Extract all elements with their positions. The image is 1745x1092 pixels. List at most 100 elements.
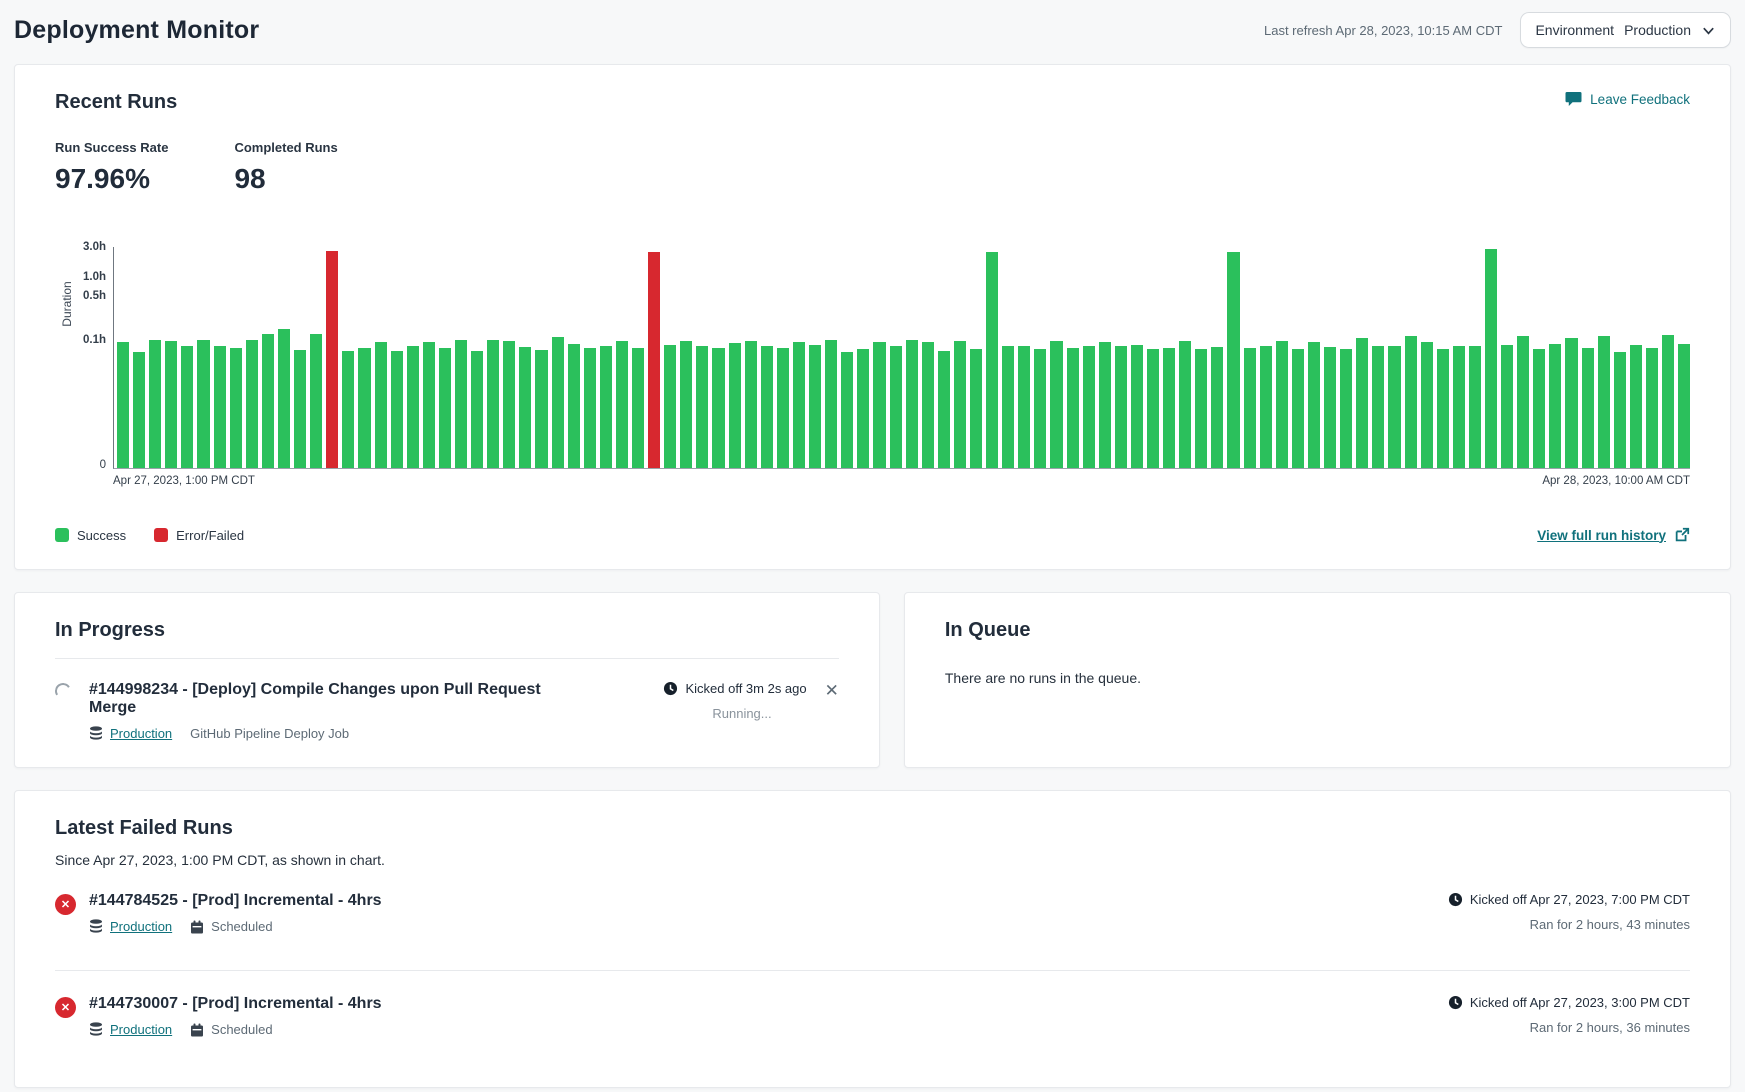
run-bar[interactable] xyxy=(696,346,708,468)
environment-dropdown[interactable]: Environment Production xyxy=(1520,12,1731,48)
run-bar[interactable] xyxy=(761,346,773,468)
run-bar[interactable] xyxy=(133,352,145,468)
run-bar[interactable] xyxy=(278,329,290,468)
run-bar[interactable] xyxy=(777,348,789,468)
run-bar[interactable] xyxy=(1083,346,1095,468)
run-bar[interactable] xyxy=(1453,346,1465,468)
run-bar[interactable] xyxy=(1678,344,1690,468)
run-bar[interactable] xyxy=(1260,346,1272,468)
run-bar[interactable] xyxy=(970,349,982,468)
run-bar[interactable] xyxy=(922,342,934,468)
run-bar[interactable] xyxy=(1067,348,1079,468)
run-bar[interactable] xyxy=(1131,345,1143,468)
run-bar[interactable] xyxy=(680,341,692,468)
run-bar[interactable] xyxy=(1421,342,1433,468)
run-bar[interactable] xyxy=(1195,349,1207,468)
run-bar[interactable] xyxy=(648,252,660,468)
run-bar[interactable] xyxy=(1211,347,1223,468)
run-bar[interactable] xyxy=(568,344,580,468)
run-bar[interactable] xyxy=(214,346,226,468)
run-bar[interactable] xyxy=(391,351,403,468)
run-bar[interactable] xyxy=(1099,342,1111,468)
run-bar[interactable] xyxy=(455,340,467,468)
run-bar[interactable] xyxy=(535,350,547,468)
environment-link[interactable]: Production xyxy=(110,726,172,741)
run-bar[interactable] xyxy=(584,348,596,468)
run-bar[interactable] xyxy=(165,341,177,468)
leave-feedback-link[interactable]: Leave Feedback xyxy=(1565,91,1690,107)
run-bar[interactable] xyxy=(600,346,612,468)
run-bar[interactable] xyxy=(423,342,435,468)
run-bar[interactable] xyxy=(729,343,741,468)
run-bar[interactable] xyxy=(712,348,724,468)
run-bar[interactable] xyxy=(407,346,419,468)
run-bar[interactable] xyxy=(986,252,998,468)
run-bar[interactable] xyxy=(1646,348,1658,468)
run-bar[interactable] xyxy=(1598,336,1610,468)
run-bar[interactable] xyxy=(1356,338,1368,468)
run-bar[interactable] xyxy=(857,349,869,468)
run-bar[interactable] xyxy=(1533,349,1545,468)
run-bar[interactable] xyxy=(1227,252,1239,468)
run-bar[interactable] xyxy=(1517,336,1529,468)
run-bar[interactable] xyxy=(1147,349,1159,468)
run-bar[interactable] xyxy=(1437,349,1449,468)
run-bar[interactable] xyxy=(1372,346,1384,468)
run-bar[interactable] xyxy=(246,340,258,468)
run-bar[interactable] xyxy=(632,348,644,468)
run-bar[interactable] xyxy=(487,340,499,468)
run-bar[interactable] xyxy=(1565,338,1577,468)
run-bar[interactable] xyxy=(1469,346,1481,468)
run-bar[interactable] xyxy=(1308,342,1320,468)
run-bar[interactable] xyxy=(503,341,515,468)
run-bar[interactable] xyxy=(1034,349,1046,468)
run-bar[interactable] xyxy=(1324,347,1336,468)
run-bar[interactable] xyxy=(1662,335,1674,468)
run-bar[interactable] xyxy=(938,351,950,468)
run-bar[interactable] xyxy=(1115,346,1127,468)
run-bar[interactable] xyxy=(552,337,564,468)
environment-link[interactable]: Production xyxy=(110,1022,172,1037)
run-bar[interactable] xyxy=(519,347,531,468)
run-bar[interactable] xyxy=(1630,345,1642,468)
run-bar[interactable] xyxy=(809,345,821,468)
run-bar[interactable] xyxy=(1405,336,1417,468)
run-bar[interactable] xyxy=(906,340,918,468)
run-bar[interactable] xyxy=(439,348,451,468)
run-bar[interactable] xyxy=(310,334,322,468)
run-bar[interactable] xyxy=(1614,352,1626,468)
run-bar[interactable] xyxy=(262,334,274,468)
run-bar[interactable] xyxy=(1501,345,1513,468)
run-bar[interactable] xyxy=(1485,249,1497,468)
run-bar[interactable] xyxy=(1163,348,1175,468)
run-bar[interactable] xyxy=(1582,348,1594,468)
run-bar[interactable] xyxy=(294,350,306,468)
run-bar[interactable] xyxy=(793,342,805,468)
run-bar[interactable] xyxy=(1018,346,1030,468)
run-bar[interactable] xyxy=(117,342,129,468)
run-bar[interactable] xyxy=(1002,346,1014,468)
run-bar[interactable] xyxy=(1276,341,1288,468)
run-bar[interactable] xyxy=(342,351,354,468)
run-bar[interactable] xyxy=(230,348,242,468)
run-bar[interactable] xyxy=(1388,346,1400,468)
run-bar[interactable] xyxy=(1340,349,1352,468)
run-bar[interactable] xyxy=(745,341,757,468)
run-bar[interactable] xyxy=(1292,349,1304,468)
cancel-run-button[interactable]: ✕ xyxy=(825,681,839,699)
run-bar[interactable] xyxy=(954,341,966,468)
run-bar[interactable] xyxy=(616,341,628,468)
view-full-run-history-link[interactable]: View full run history xyxy=(1537,527,1690,543)
run-bar[interactable] xyxy=(841,352,853,468)
run-bar[interactable] xyxy=(890,346,902,468)
run-bar[interactable] xyxy=(375,342,387,468)
run-bar[interactable] xyxy=(825,340,837,468)
run-bar[interactable] xyxy=(664,345,676,468)
run-bar[interactable] xyxy=(1050,341,1062,468)
run-bar[interactable] xyxy=(1549,344,1561,468)
run-bar[interactable] xyxy=(873,342,885,468)
run-bar[interactable] xyxy=(326,251,338,468)
run-bar[interactable] xyxy=(1244,348,1256,468)
run-bar[interactable] xyxy=(471,351,483,468)
run-bar[interactable] xyxy=(358,348,370,468)
